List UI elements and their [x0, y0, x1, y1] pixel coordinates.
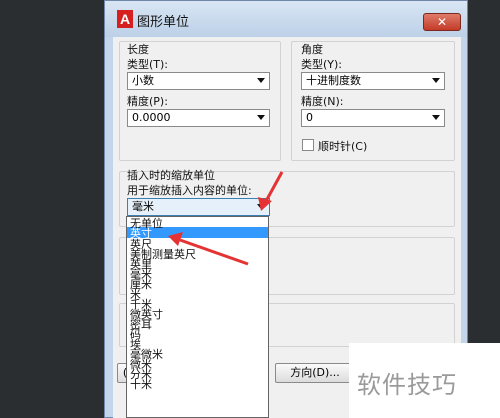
watermark-text: 软件技巧: [357, 371, 457, 399]
cad-background-left: [0, 0, 104, 418]
dropdown-option[interactable]: 微米: [127, 358, 268, 371]
autocad-logo-icon: A: [117, 10, 133, 28]
length-precision-label: 精度(P):: [127, 95, 168, 108]
direction-button[interactable]: 方向(D)...: [275, 363, 355, 383]
chevron-down-icon: [257, 78, 265, 83]
angle-precision-value: 0: [306, 111, 313, 124]
dropdown-option[interactable]: 毫微米: [127, 348, 268, 361]
close-button[interactable]: ✕: [423, 13, 461, 31]
insertion-sublabel: 用于缩放插入内容的单位:: [127, 184, 252, 197]
length-type-select[interactable]: 小数: [127, 72, 270, 90]
dropdown-option[interactable]: 分米: [127, 368, 268, 381]
angle-heading: 角度: [301, 43, 323, 56]
dropdown-option[interactable]: 毫米: [127, 268, 268, 281]
angle-precision-select[interactable]: 0: [301, 109, 445, 127]
dropdown-option[interactable]: 厘米: [127, 278, 268, 291]
angle-precision-label: 精度(N):: [301, 95, 344, 108]
angle-type-label: 类型(Y):: [301, 58, 343, 71]
length-precision-value: 0.0000: [132, 111, 171, 124]
insertion-units-value: 毫米: [132, 200, 154, 213]
dialog-title: 图形单位: [137, 15, 190, 30]
insertion-units-dropdown-list[interactable]: 无单位 英寸 英尺 美制测量英尺 英里 毫米 厘米 米 千米 微英寸 密耳 码 …: [126, 216, 269, 418]
chevron-down-icon: [432, 78, 440, 83]
watermark-panel: 软件技巧: [349, 343, 500, 418]
insertion-units-select[interactable]: 毫米: [127, 198, 270, 216]
dropdown-option[interactable]: 无单位: [127, 217, 268, 230]
length-type-label: 类型(T):: [127, 58, 169, 71]
angle-type-select[interactable]: 十进制度数: [301, 72, 445, 90]
clockwise-label[interactable]: 顺时针(C): [318, 138, 367, 154]
dropdown-option[interactable]: 千米: [127, 298, 268, 311]
dropdown-option-selected[interactable]: 英寸: [127, 227, 268, 240]
dropdown-option[interactable]: 美制测量英尺: [127, 248, 268, 261]
insertion-heading: 插入时的缩放单位: [127, 169, 215, 182]
dropdown-option[interactable]: 英里: [127, 258, 268, 271]
dropdown-option[interactable]: 英尺: [127, 238, 268, 251]
angle-type-value: 十进制度数: [306, 74, 361, 87]
dropdown-option[interactable]: 微英寸: [127, 308, 268, 321]
chevron-down-icon: [257, 115, 265, 120]
chevron-down-icon: [432, 115, 440, 120]
dropdown-option[interactable]: 埃: [127, 338, 268, 351]
length-precision-select[interactable]: 0.0000: [127, 109, 270, 127]
length-heading: 长度: [127, 43, 149, 56]
clockwise-checkbox[interactable]: [302, 139, 314, 151]
title-bar[interactable]: A 图形单位 ✕: [105, 1, 467, 37]
dropdown-option[interactable]: 十米: [127, 378, 268, 391]
dropdown-option[interactable]: 密耳: [127, 318, 268, 331]
chevron-down-icon: [257, 204, 265, 209]
length-type-value: 小数: [132, 74, 154, 87]
